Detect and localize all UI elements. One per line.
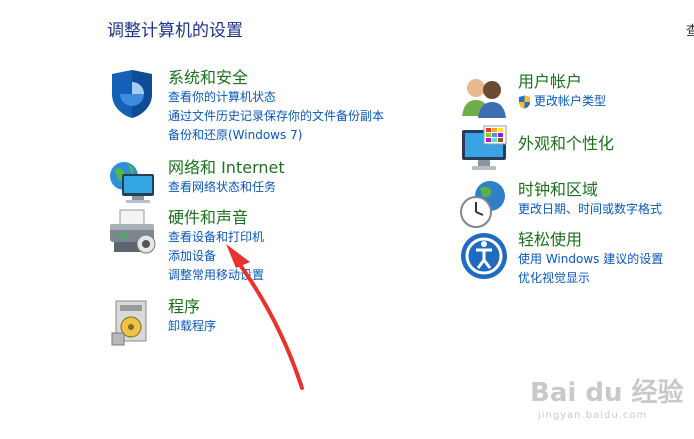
monitor-palette-icon [462, 125, 507, 170]
link-optimize-visual-display[interactable]: 优化视觉显示 [518, 269, 663, 288]
category-title-appearance[interactable]: 外观和个性化 [518, 134, 614, 154]
category-title-programs[interactable]: 程序 [168, 297, 216, 317]
link-change-account-type[interactable]: 更改帐户类型 [534, 92, 606, 111]
shield-icon [112, 70, 152, 118]
category-title-clock-region[interactable]: 时钟和区域 [518, 180, 662, 200]
category-title-hardware-sound[interactable]: 硬件和声音 [168, 208, 264, 228]
uac-shield-icon [519, 95, 530, 108]
link-add-device[interactable]: 添加设备 [168, 247, 264, 266]
watermark-url: jingyan.baidu.com [538, 410, 648, 421]
category-title-network-internet[interactable]: 网络和 Internet [168, 158, 285, 178]
programs-icon [111, 300, 147, 346]
link-backup-restore[interactable]: 备份和还原(Windows 7) [168, 126, 384, 145]
link-view-computer-status[interactable]: 查看你的计算机状态 [168, 88, 384, 107]
users-icon [462, 79, 506, 118]
category-title-ease-of-access[interactable]: 轻松使用 [518, 230, 663, 250]
view-by-label[interactable]: 查 [686, 20, 694, 39]
ease-of-access-icon [461, 233, 507, 279]
link-windows-recommended-settings[interactable]: 使用 Windows 建议的设置 [518, 250, 663, 269]
link-file-history-backup[interactable]: 通过文件历史记录保存你的文件备份副本 [168, 107, 384, 126]
clock-globe-icon [460, 181, 505, 228]
link-change-date-time-format[interactable]: 更改日期、时间或数字格式 [518, 200, 662, 219]
link-change-account-type-row[interactable]: 更改帐户类型 [518, 92, 606, 111]
watermark-brand: Bai du 经验 [530, 378, 684, 408]
link-view-network-status[interactable]: 查看网络状态和任务 [168, 178, 285, 197]
link-devices-printers[interactable]: 查看设备和打印机 [168, 228, 264, 247]
link-uninstall-program[interactable]: 卸载程序 [168, 317, 216, 336]
page-title: 调整计算机的设置 [107, 21, 243, 41]
baidu-watermark: Bai du 经验 jingyan.baidu.com [530, 372, 690, 432]
link-mobility-settings[interactable]: 调整常用移动设置 [168, 266, 264, 285]
printer-icon [110, 209, 156, 254]
category-title-system-security[interactable]: 系统和安全 [168, 68, 384, 88]
category-title-user-accounts[interactable]: 用户帐户 [518, 72, 606, 92]
network-globe-icon [110, 162, 154, 203]
